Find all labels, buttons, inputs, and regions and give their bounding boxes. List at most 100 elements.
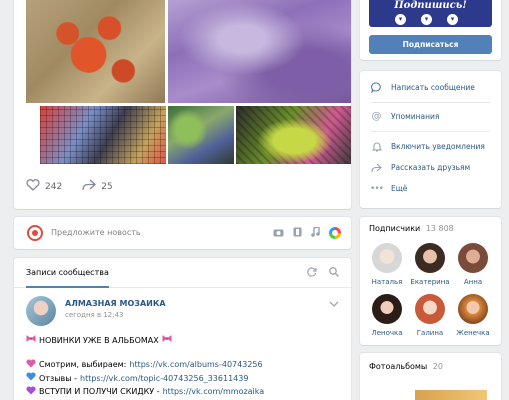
post-card: 242 25 bbox=[14, 0, 351, 209]
promo-arrows: ▾ ▾ ▾ bbox=[395, 14, 458, 25]
group-avatar bbox=[27, 225, 43, 241]
message-icon bbox=[371, 82, 382, 93]
arrow-down-icon: ▾ bbox=[447, 14, 458, 25]
mentions-action[interactable]: @ Упоминания bbox=[371, 111, 440, 122]
albums-link[interactable]: https://vk.com/albums-40743256 bbox=[129, 359, 262, 372]
subscriber-name: Наталья bbox=[371, 278, 403, 286]
subscribers-count: 13 808 bbox=[425, 224, 454, 233]
avatar bbox=[372, 243, 402, 273]
subscriber-item[interactable]: Наталья bbox=[367, 243, 407, 286]
attach-toolbar bbox=[273, 226, 341, 239]
reviews-text: Отзывы - bbox=[39, 373, 77, 383]
avatar bbox=[415, 243, 445, 273]
albums-count: 20 bbox=[432, 362, 443, 371]
author-avatar[interactable] bbox=[26, 296, 56, 326]
post-line-news: НОВИНКИ УЖЕ В АЛЬБОМАХ bbox=[26, 334, 264, 348]
write-message-action[interactable]: Написать сообщение bbox=[371, 82, 475, 93]
subscriber-name: Анна bbox=[463, 278, 483, 286]
photo-mosaic-grid[interactable] bbox=[40, 106, 166, 164]
divider bbox=[371, 102, 490, 103]
post-actions: 242 25 bbox=[26, 179, 127, 194]
arrow-down-icon: ▾ bbox=[421, 14, 432, 25]
mentions-label: Упоминания bbox=[391, 112, 440, 121]
more-dots-icon: ••• bbox=[370, 183, 384, 194]
like-button[interactable]: 242 bbox=[26, 179, 62, 194]
avatar bbox=[458, 243, 488, 273]
author-name[interactable]: АЛМАЗНАЯ МОЗАИКА bbox=[65, 299, 166, 308]
bow-icon bbox=[26, 334, 36, 348]
album-cover[interactable] bbox=[415, 390, 487, 400]
heart-pink-icon bbox=[26, 358, 36, 373]
news-text: НОВИНКИ УЖЕ В АЛЬБОМАХ bbox=[39, 335, 159, 345]
chevron-down-icon[interactable] bbox=[329, 300, 339, 309]
camera-icon[interactable] bbox=[273, 228, 284, 239]
more-label: Ещё bbox=[391, 184, 408, 193]
wall-tabs: Записи сообщества bbox=[14, 258, 351, 288]
suggest-news-input[interactable]: Предложите новость bbox=[51, 228, 141, 237]
avatar bbox=[372, 294, 402, 324]
albums-text: Смотрим, выбираем: bbox=[39, 360, 127, 369]
subscriber-name: Екатерина bbox=[410, 278, 450, 286]
wall-tools bbox=[307, 267, 339, 279]
bow-icon bbox=[162, 334, 172, 348]
heart-purple-icon bbox=[26, 385, 36, 400]
write-message-label: Написать сообщение bbox=[391, 83, 475, 92]
photo-beads-box[interactable] bbox=[168, 106, 234, 164]
post-line-discount: ВСТУПИ И ПОЛУЧИ СКИДКУ - https://vk.com/… bbox=[26, 385, 265, 400]
video-icon[interactable] bbox=[293, 227, 302, 239]
share-icon bbox=[371, 162, 382, 173]
subscriber-item[interactable]: Анна bbox=[453, 243, 493, 286]
share-friends-label: Рассказать друзьям bbox=[391, 163, 471, 172]
subscriber-item[interactable]: Женечка bbox=[453, 294, 493, 337]
refresh-icon[interactable] bbox=[307, 267, 317, 279]
photo-leaf-mosaic[interactable] bbox=[236, 106, 351, 164]
post-line-reviews: Отзывы - https://vk.com/topic-40743256_3… bbox=[26, 372, 264, 386]
avatar bbox=[415, 294, 445, 324]
reviews-link[interactable]: https://vk.com/topic-40743256_33611439 bbox=[80, 373, 248, 386]
albums-title: Фотоальбомы bbox=[369, 362, 428, 371]
subscribe-button[interactable]: Подписаться bbox=[369, 35, 492, 54]
promo-banner[interactable]: Подпишись! ▾ ▾ ▾ bbox=[369, 0, 492, 27]
share-friends-action[interactable]: Рассказать друзьям bbox=[371, 162, 470, 173]
subscriber-item[interactable]: Леночка bbox=[367, 294, 407, 337]
poll-icon[interactable] bbox=[329, 227, 341, 239]
notifications-action[interactable]: Включить уведомления bbox=[371, 141, 485, 152]
heart-blue-icon bbox=[26, 372, 36, 386]
discount-link[interactable]: https://vk.com/mmozaika bbox=[163, 386, 265, 399]
subscriber-item[interactable]: Галина bbox=[410, 294, 450, 337]
actions-card: Написать сообщение @ Упоминания Включить… bbox=[360, 71, 501, 208]
post-time[interactable]: сегодня в 12:43 bbox=[65, 311, 166, 319]
subscribers-card: Подписчики 13 808 Наталья Екатерина Анна… bbox=[360, 217, 501, 345]
share-button[interactable]: 25 bbox=[82, 179, 113, 194]
subscriber-name: Галина bbox=[416, 329, 444, 337]
subscribers-title: Подписчики bbox=[369, 224, 421, 233]
suggest-news-bar[interactable]: Предложите новость bbox=[14, 217, 351, 249]
at-icon: @ bbox=[371, 111, 382, 122]
tab-community-posts[interactable]: Записи сообщества bbox=[26, 268, 109, 288]
more-action[interactable]: ••• Ещё bbox=[370, 183, 408, 194]
albums-header[interactable]: Фотоальбомы 20 bbox=[369, 362, 443, 371]
subscriber-item[interactable]: Екатерина bbox=[410, 243, 450, 286]
bell-icon bbox=[371, 141, 382, 152]
albums-card: Фотоальбомы 20 bbox=[360, 353, 501, 400]
like-count: 242 bbox=[45, 181, 63, 192]
music-icon[interactable] bbox=[311, 226, 320, 239]
photo-starfish-mosaic[interactable] bbox=[26, 0, 165, 103]
subscriber-name: Леночка bbox=[371, 329, 403, 337]
subscriber-name: Женечка bbox=[456, 329, 490, 337]
share-arrow-icon bbox=[82, 179, 97, 194]
promo-card: Подпишись! ▾ ▾ ▾ Подписаться bbox=[360, 0, 501, 60]
search-icon[interactable] bbox=[329, 267, 339, 279]
author-meta: АЛМАЗНАЯ МОЗАИКА сегодня в 12:43 bbox=[65, 296, 166, 326]
subscribers-header[interactable]: Подписчики 13 808 bbox=[369, 224, 454, 233]
heart-icon bbox=[26, 179, 40, 194]
avatar bbox=[458, 294, 488, 324]
divider bbox=[371, 131, 490, 132]
post-line-albums: Смотрим, выбираем: https://vk.com/albums… bbox=[26, 358, 264, 373]
share-count: 25 bbox=[101, 181, 113, 192]
wall-card: Записи сообщества АЛМАЗНАЯ МОЗАИКА сегод… bbox=[14, 258, 351, 400]
post-text: НОВИНКИ УЖЕ В АЛЬБОМАХ Смотрим, выбираем… bbox=[26, 334, 264, 399]
post-header: АЛМАЗНАЯ МОЗАИКА сегодня в 12:43 bbox=[26, 296, 166, 326]
photo-purple-beads[interactable] bbox=[168, 0, 351, 103]
promo-banner-text: Подпишись! bbox=[394, 0, 467, 11]
